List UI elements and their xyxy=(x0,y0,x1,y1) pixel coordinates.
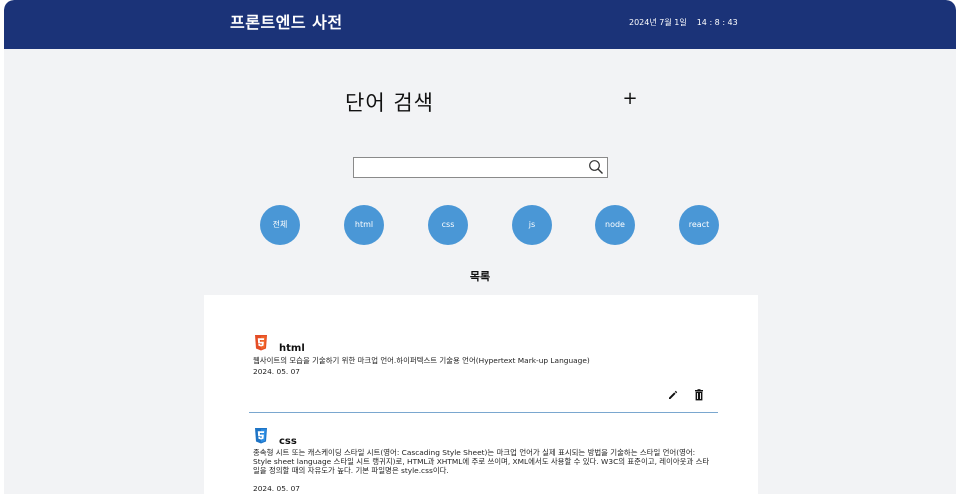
header-bar: 프론트엔드 사전 2024년 7월 1일 14 : 8 : 43 xyxy=(4,0,956,49)
category-node-button[interactable]: node xyxy=(595,205,635,245)
css3-icon xyxy=(255,428,267,444)
category-all-button[interactable]: 전체 xyxy=(260,205,300,245)
app-title: 프론트엔드 사전 xyxy=(230,13,343,32)
edit-icon[interactable] xyxy=(667,389,679,401)
word-list-panel: html 웹사이트의 모습을 기술하기 위한 마크업 언어.하이퍼텍스트 기술용… xyxy=(204,295,758,494)
term-date: 2024. 05. 07 xyxy=(253,367,301,376)
clock-date: 2024년 7월 1일 xyxy=(629,18,687,27)
search-box xyxy=(353,157,608,178)
category-js-button[interactable]: js xyxy=(512,205,552,245)
category-html-button[interactable]: html xyxy=(344,205,384,245)
category-css-button[interactable]: css xyxy=(428,205,468,245)
category-react-button[interactable]: react xyxy=(679,205,719,245)
clock-time: 14 : 8 : 43 xyxy=(696,18,738,27)
app-frame: 프론트엔드 사전 2024년 7월 1일 14 : 8 : 43 단어 검색 + … xyxy=(4,0,956,494)
term-title: html xyxy=(279,343,305,354)
search-title: 단어 검색 xyxy=(345,91,434,115)
term-date: 2024. 05. 07 xyxy=(253,484,301,493)
term-description: 웹사이트의 모습을 기술하기 위한 마크업 언어.하이퍼텍스트 기술용 언어(H… xyxy=(253,356,590,365)
html5-icon xyxy=(255,335,267,351)
search-icon[interactable] xyxy=(588,159,604,175)
clock: 2024년 7월 1일 14 : 8 : 43 xyxy=(629,17,738,28)
delete-icon[interactable] xyxy=(693,389,705,401)
term-description: 종속형 시트 또는 캐스케이딩 스타일 시트(영어: Cascading Sty… xyxy=(253,448,710,475)
search-input[interactable] xyxy=(356,159,585,178)
list-heading: 목록 xyxy=(469,270,491,283)
term-title: css xyxy=(279,436,297,447)
add-word-button[interactable]: + xyxy=(621,88,639,110)
entry-divider xyxy=(249,412,718,413)
